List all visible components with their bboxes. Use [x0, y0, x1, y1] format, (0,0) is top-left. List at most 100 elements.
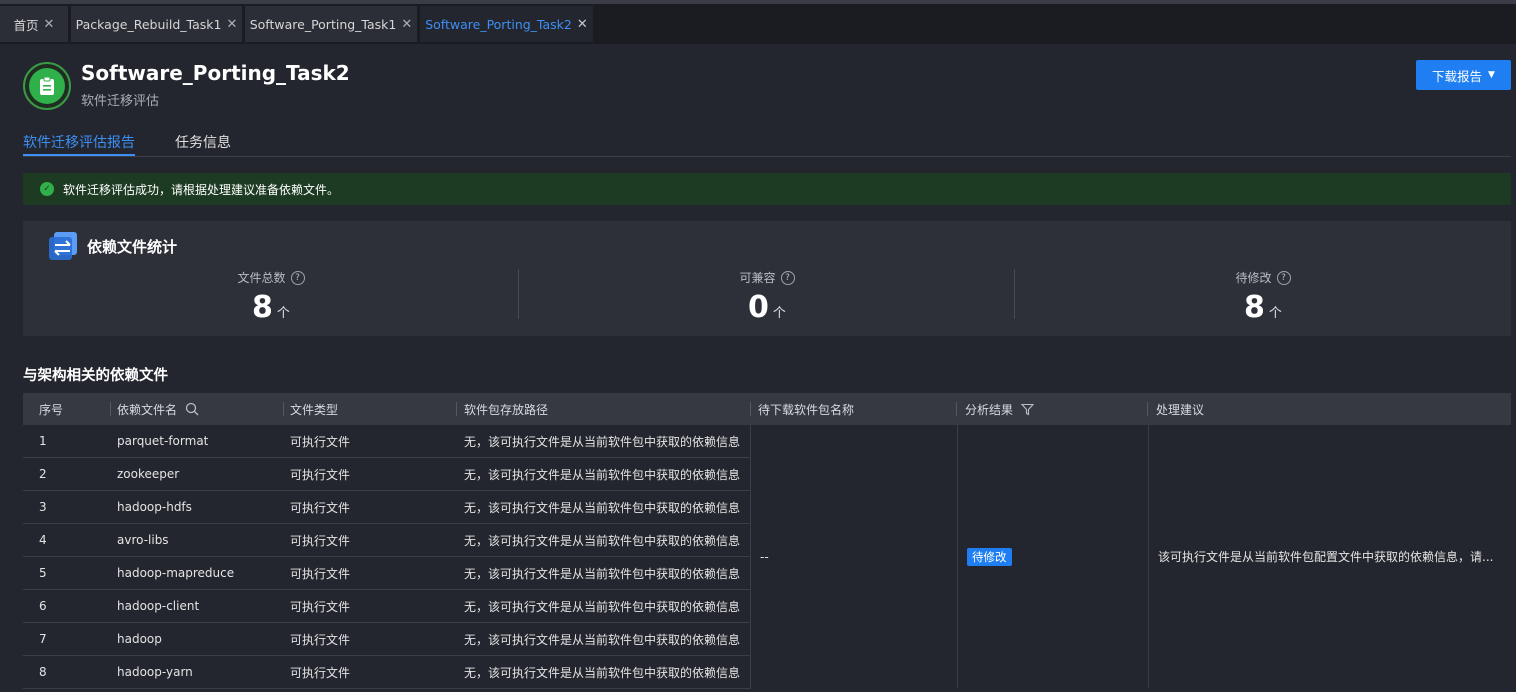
row-file-name: zookeeper — [117, 467, 180, 481]
clipboard-icon — [40, 76, 54, 95]
row-package-path: 无，该可执行文件是从当前软件包中获取的依赖信息 — [464, 632, 741, 647]
stat-label: 待修改 — [1235, 271, 1272, 285]
help-icon[interactable]: ? — [290, 270, 305, 285]
column-header-type: 文件类型 — [290, 402, 339, 417]
column-header-suggestion: 处理建议 — [1156, 402, 1205, 417]
row-index: 3 — [39, 500, 47, 514]
column-header-download-name: 待下载软件包名称 — [758, 402, 855, 417]
stat-value: 8 — [1244, 290, 1265, 325]
stat-label: 可兼容 — [739, 271, 776, 285]
table-row: 3 hadoop-hdfs 可执行文件 无，该可执行文件是从当前软件包中获取的依赖信息 — [23, 491, 751, 524]
tab-assessment-report[interactable]: 软件迁移评估报告 — [23, 132, 135, 152]
row-file-name: hadoop — [117, 632, 162, 646]
stat-value: 0 — [748, 290, 769, 325]
tab-package-rebuild-task1[interactable]: Package_Rebuild_Task1 ✕ — [71, 6, 242, 42]
active-tab-indicator — [23, 154, 135, 156]
column-header-path: 软件包存放路径 — [464, 402, 549, 417]
row-index: 2 — [39, 467, 47, 481]
row-file-name: hadoop-client — [117, 599, 200, 613]
page-tabs-divider — [23, 156, 1511, 157]
table-row: 7 hadoop 可执行文件 无，该可执行文件是从当前软件包中获取的依赖信息 — [23, 623, 751, 656]
dependency-stats-panel: 依赖文件统计 文件总数? 8个 可兼容? 0个 待修改? 8个 — [23, 221, 1511, 336]
row-file-name: avro-libs — [117, 533, 169, 547]
page-title: Software_Porting_Task2 — [81, 61, 350, 85]
row-file-type: 可执行文件 — [290, 665, 351, 680]
column-header-index: 序号 — [39, 402, 64, 417]
filter-icon[interactable] — [1021, 403, 1035, 416]
download-report-button[interactable]: 下载报告 ▼ — [1416, 60, 1511, 90]
row-file-type: 可执行文件 — [290, 599, 351, 614]
row-package-path: 无，该可执行文件是从当前软件包中获取的依赖信息 — [464, 533, 741, 548]
row-package-path: 无，该可执行文件是从当前软件包中获取的依赖信息 — [464, 599, 741, 614]
row-file-name: hadoop-hdfs — [117, 500, 192, 514]
table-header: 序号 依赖文件名 文件类型 软件包存放路径 待下载软件包名称 分析结果 处理建议 — [23, 393, 1511, 425]
row-file-name: hadoop-yarn — [117, 665, 193, 679]
tab-label: Software_Porting_Task1 — [249, 16, 397, 32]
row-file-type: 可执行文件 — [290, 467, 351, 482]
help-icon[interactable]: ? — [1276, 270, 1291, 285]
stat-unit: 个 — [1268, 306, 1282, 321]
stat-total-files: 文件总数? 8个 — [23, 267, 519, 325]
column-header-result: 分析结果 — [965, 393, 1035, 425]
page-subtitle: 软件迁移评估 — [81, 94, 160, 109]
row-package-path: 无，该可执行文件是从当前软件包中获取的依赖信息 — [464, 500, 741, 515]
close-icon[interactable]: ✕ — [44, 17, 55, 32]
download-name-cell: -- — [750, 425, 958, 688]
tab-label: 首页 — [13, 17, 39, 33]
row-package-path: 无，该可执行文件是从当前软件包中获取的依赖信息 — [464, 434, 741, 449]
search-icon[interactable] — [185, 402, 199, 416]
row-index: 6 — [39, 599, 47, 613]
row-file-name: hadoop-mapreduce — [117, 566, 235, 580]
stat-label: 文件总数 — [237, 271, 286, 285]
row-package-path: 无，该可执行文件是从当前软件包中获取的依赖信息 — [464, 665, 741, 680]
close-icon[interactable]: ✕ — [226, 17, 237, 32]
table-row: 6 hadoop-client 可执行文件 无，该可执行文件是从当前软件包中获取的依赖… — [23, 590, 751, 623]
table-row: 8 hadoop-yarn 可执行文件 无，该可执行文件是从当前软件包中获取的依赖信息 — [23, 656, 751, 689]
swap-arrows-icon — [49, 232, 77, 260]
row-index: 5 — [39, 566, 47, 580]
row-package-path: 无，该可执行文件是从当前软件包中获取的依赖信息 — [464, 566, 741, 581]
column-header-name: 依赖文件名 — [117, 393, 199, 425]
row-file-type: 可执行文件 — [290, 632, 351, 647]
row-index: 8 — [39, 665, 47, 679]
download-report-label: 下载报告 — [1432, 68, 1483, 84]
caret-down-icon: ▼ — [1488, 70, 1495, 80]
tab-label: Package_Rebuild_Task1 — [75, 16, 222, 32]
row-file-type: 可执行文件 — [290, 566, 351, 581]
analysis-result-cell: 待修改 — [957, 425, 1149, 688]
row-file-type: 可执行文件 — [290, 500, 351, 515]
table-row: 1 parquet-format 可执行文件 无，该可执行文件是从当前软件包中获取的依… — [23, 425, 751, 458]
close-icon[interactable]: ✕ — [401, 17, 412, 32]
row-index: 7 — [39, 632, 47, 646]
stat-compatible: 可兼容? 0个 — [519, 267, 1015, 325]
help-icon[interactable]: ? — [780, 270, 795, 285]
table-row: 4 avro-libs 可执行文件 无，该可执行文件是从当前软件包中获取的依赖信息 — [23, 524, 751, 557]
row-file-name: parquet-format — [117, 434, 209, 448]
stat-to-modify: 待修改? 8个 — [1015, 267, 1511, 325]
stat-unit: 个 — [772, 306, 786, 321]
tab-home[interactable]: 首页 ✕ — [0, 6, 68, 42]
section-title: 与架构相关的依赖文件 — [23, 368, 168, 384]
row-index: 1 — [39, 434, 47, 448]
stat-value: 8 — [252, 290, 273, 325]
alert-text: 软件迁移评估成功，请根据处理建议准备依赖文件。 — [63, 182, 340, 197]
tab-task-info[interactable]: 任务信息 — [175, 132, 231, 152]
suggestion-cell: 该可执行文件是从当前软件包配置文件中获取的依赖信息，请... — [1148, 425, 1511, 688]
row-file-type: 可执行文件 — [290, 533, 351, 548]
check-circle-icon: ✓ — [40, 182, 54, 196]
row-package-path: 无，该可执行文件是从当前软件包中获取的依赖信息 — [464, 467, 741, 482]
success-alert: ✓ 软件迁移评估成功，请根据处理建议准备依赖文件。 — [23, 173, 1511, 205]
stat-unit: 个 — [276, 306, 290, 321]
tab-label: Software_Porting_Task2 — [425, 16, 572, 32]
tab-software-porting-task1[interactable]: Software_Porting_Task1 ✕ — [245, 6, 417, 42]
tab-software-porting-task2[interactable]: Software_Porting_Task2 ✕ — [420, 6, 593, 42]
close-icon[interactable]: ✕ — [577, 17, 588, 32]
task-logo — [23, 62, 71, 110]
table-row: 5 hadoop-mapreduce 可执行文件 无，该可执行文件是从当前软件包中获取… — [23, 557, 751, 590]
status-badge: 待修改 — [967, 547, 1012, 566]
row-index: 4 — [39, 533, 47, 547]
tab-bar: 首页 ✕ Package_Rebuild_Task1 ✕ Software_Port… — [0, 4, 1516, 44]
row-file-type: 可执行文件 — [290, 434, 351, 449]
table-row: 2 zookeeper 可执行文件 无，该可执行文件是从当前软件包中获取的依赖信息 — [23, 458, 751, 491]
stats-title: 依赖文件统计 — [87, 238, 178, 256]
